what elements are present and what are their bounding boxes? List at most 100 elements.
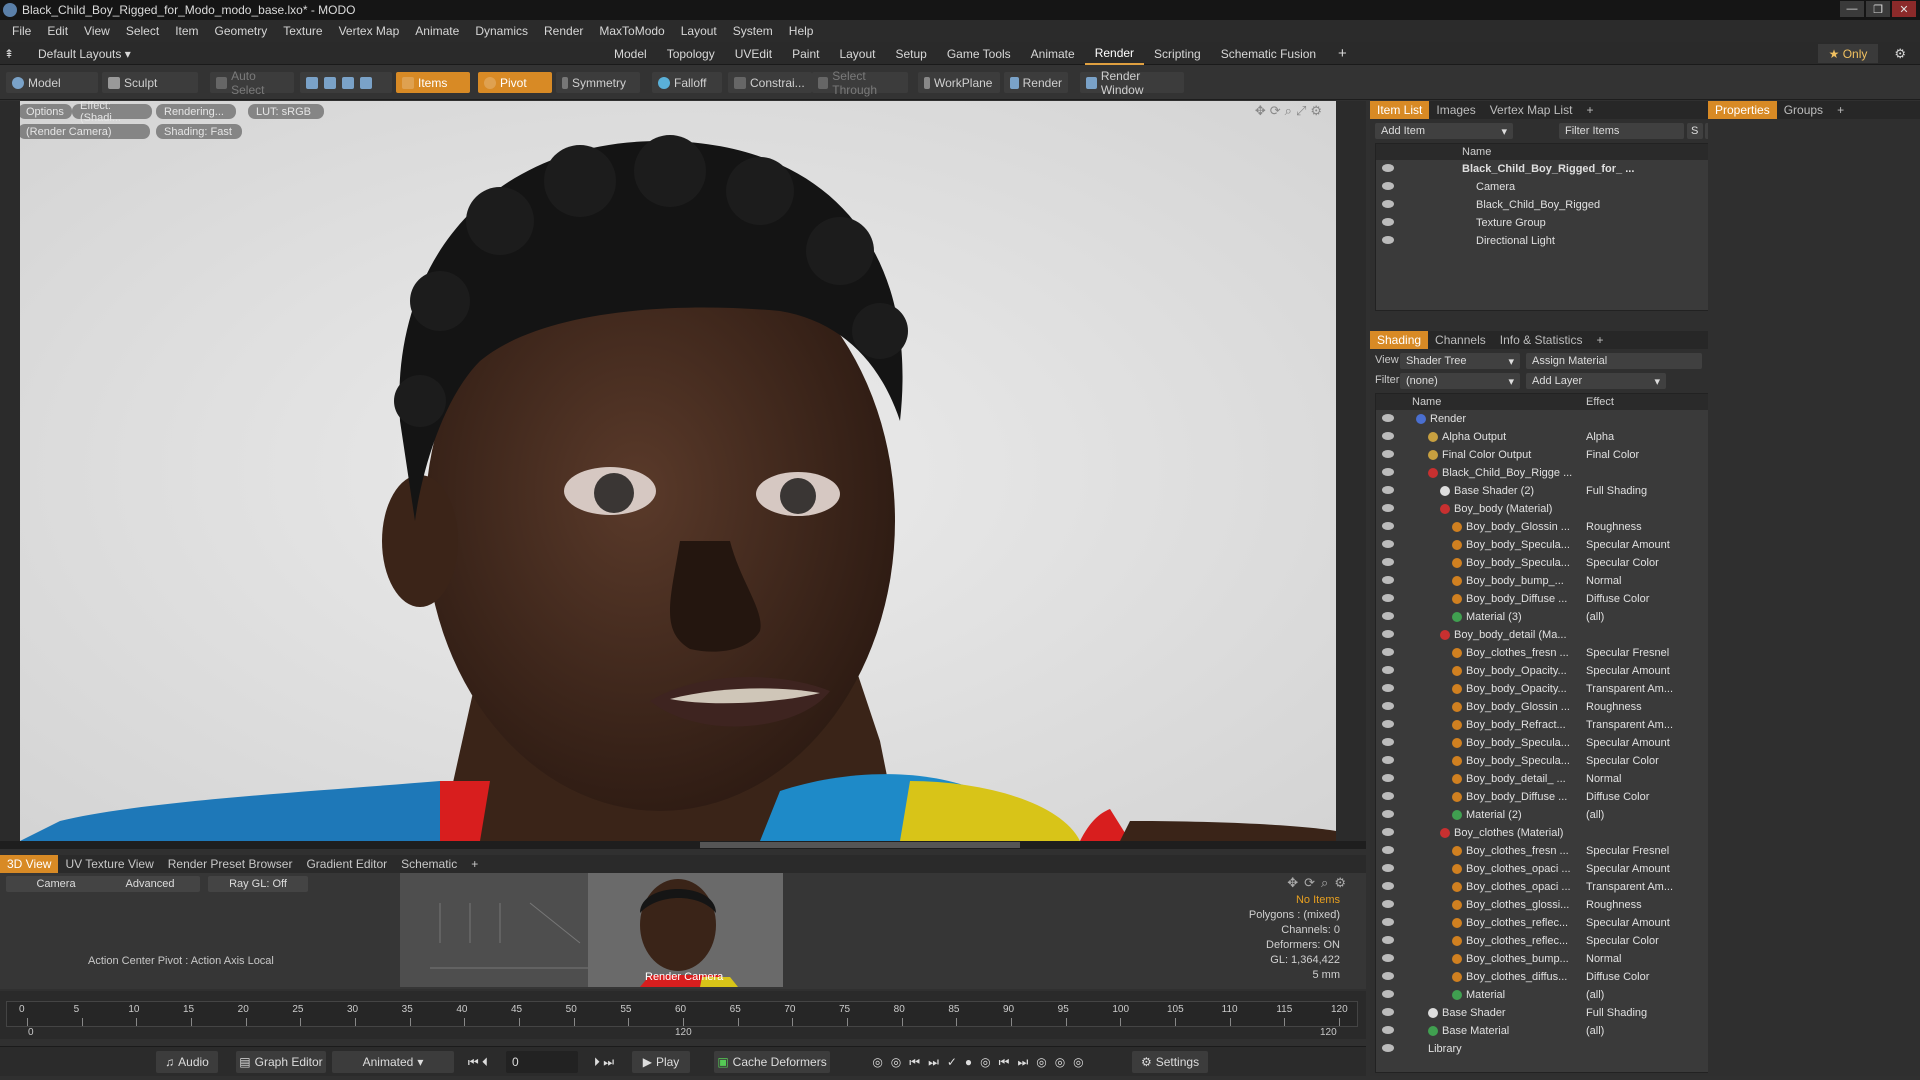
layout-tab-paint[interactable]: Paint [782,42,829,65]
settings-button[interactable]: ⚙ Settings [1132,1051,1208,1073]
shader-tree-row[interactable]: Boy_body_bump_...Normal▾ [1376,572,1722,590]
bottom-tab[interactable]: + [464,855,485,873]
layout-collapse-icon[interactable]: ⇞ [4,44,18,63]
shader-tree-row[interactable]: Boy_body_detail (Ma... [1376,626,1722,644]
eye-icon[interactable] [1382,612,1394,620]
menu-item-view[interactable]: View [76,24,118,38]
eye-icon[interactable] [1382,666,1394,674]
layout-tab-model[interactable]: Model [604,42,657,65]
eye-icon[interactable] [1382,236,1394,244]
eye-icon[interactable] [1382,864,1394,872]
sculpt-mode-button[interactable]: Sculpt [102,72,198,93]
viewport-scrollbar[interactable] [0,841,1366,849]
constraints-button[interactable]: Constrai... [728,72,812,93]
shader-tree-row[interactable]: Boy_clothes_glossi...Roughness▾ [1376,896,1722,914]
shader-item-effect[interactable]: (all) [1586,809,1604,821]
layout-tab-game-tools[interactable]: Game Tools [937,42,1021,65]
selection-mode-buttons[interactable] [300,72,392,93]
viewport-nav-icons[interactable]: ✥⟳⌕⤢⚙ [1255,103,1326,119]
add-item-dropdown[interactable]: Add Item ▾ [1375,123,1513,139]
shader-item-effect[interactable]: Diffuse Color [1586,593,1649,605]
shader-tree-row[interactable]: Boy_clothes (Material) [1376,824,1722,842]
viewport-effect-button[interactable]: Effect: (Shadi... [72,101,152,124]
eye-icon[interactable] [1382,522,1394,530]
shader-item-effect[interactable]: Normal [1586,953,1621,965]
shader-item-effect[interactable]: (all) [1586,989,1604,1001]
item-list-row[interactable]: Texture Group [1376,214,1722,232]
layout-tab-layout[interactable]: Layout [829,42,885,65]
eye-icon[interactable] [1382,1044,1394,1052]
shader-item-effect[interactable]: Full Shading [1586,485,1647,497]
eye-icon[interactable] [1382,558,1394,566]
menu-item-layout[interactable]: Layout [673,24,725,38]
eye-icon[interactable] [1382,164,1394,172]
shader-tree-row[interactable]: Boy_clothes_reflec...Specular Amount▾ [1376,914,1722,932]
menu-item-animate[interactable]: Animate [407,24,467,38]
panel-tab[interactable]: + [1830,101,1851,119]
eye-icon[interactable] [1382,918,1394,926]
gear-icon[interactable]: ⚙ [1886,44,1914,63]
shader-item-effect[interactable]: Roughness [1586,521,1642,533]
shader-tree-row[interactable]: Base Shader (2)Full Shading▾ [1376,482,1722,500]
shader-item-effect[interactable]: Full Shading [1586,1007,1647,1019]
viewport-camera-button[interactable]: (Render Camera) [20,124,150,139]
frame-input[interactable]: 0 [506,1051,578,1073]
menu-item-file[interactable]: File [4,24,39,38]
minimize-button[interactable]: — [1840,1,1864,17]
eye-icon[interactable] [1382,414,1394,422]
shader-tree-row[interactable]: Boy_body (Material) [1376,500,1722,518]
menu-item-texture[interactable]: Texture [275,24,330,38]
viewport-shading-button[interactable]: Shading: Fast [156,124,242,139]
menu-item-vertex-map[interactable]: Vertex Map [331,24,408,38]
shader-item-effect[interactable]: Diffuse Color [1586,791,1649,803]
shader-tree-row[interactable]: Boy_body_Opacity...Transparent Am...▾ [1376,680,1722,698]
shader-item-effect[interactable]: Specular Fresnel [1586,647,1669,659]
bottom-nav-icons[interactable]: ✥⟳⌕⚙ [1287,875,1352,891]
camera-thumbnail[interactable]: Render Camera [400,873,783,987]
shader-tree-row[interactable]: Base ShaderFull Shading▾ [1376,1004,1722,1022]
play-button[interactable]: ▶ Play [632,1051,690,1073]
shader-tree-row[interactable]: Boy_body_Refract...Transparent Am...▾ [1376,716,1722,734]
eye-icon[interactable] [1382,486,1394,494]
only-button[interactable]: ★ Only [1818,44,1878,63]
edge-mode-icon[interactable] [324,76,336,89]
eye-icon[interactable] [1382,738,1394,746]
eye-icon[interactable] [1382,990,1394,998]
shader-tree-row[interactable]: Base Material(all)▾ [1376,1022,1722,1040]
shader-tree-row[interactable]: Boy_body_Glossin ...Roughness▾ [1376,518,1722,536]
shader-tree-row[interactable]: Boy_clothes_opaci ...Transparent Am...▾ [1376,878,1722,896]
shader-tree-row[interactable]: Boy_clothes_fresn ...Specular Fresnel▾ [1376,842,1722,860]
shader-item-effect[interactable]: (all) [1586,1025,1604,1037]
shader-tree[interactable]: Name Effect RenderAlpha OutputAlpha▾Fina… [1375,393,1723,1073]
view-dropdown[interactable]: Shader Tree ▾ [1400,353,1520,369]
menu-item-item[interactable]: Item [167,24,206,38]
panel-tab[interactable]: Item List [1370,101,1430,119]
shader-tree-row[interactable]: Boy_body_detail_ ...Normal▾ [1376,770,1722,788]
advanced-button[interactable]: Advanced [100,876,200,892]
polygon-mode-icon[interactable] [342,76,354,89]
material-mode-icon[interactable] [360,76,372,89]
shader-tree-row[interactable]: Boy_clothes_diffus...Diffuse Color▾ [1376,968,1722,986]
shader-tree-row[interactable]: Boy_body_Specula...Specular Amount▾ [1376,734,1722,752]
shader-item-effect[interactable]: Specular Fresnel [1586,845,1669,857]
eye-icon[interactable] [1382,1008,1394,1016]
menu-item-render[interactable]: Render [536,24,591,38]
item-list[interactable]: Name Black_Child_Boy_Rigged_for_ ... Came… [1375,143,1723,311]
close-button[interactable]: ✕ [1892,1,1916,17]
timeline[interactable]: 0 5 10 15 20 25 30 35 40 45 50 55 60 65 70 75 80 85 90 95 10… [0,991,1366,1039]
item-list-row[interactable]: Black_Child_Boy_Rigged_for_ ... [1376,160,1722,178]
layout-tab-scripting[interactable]: Scripting [1144,42,1211,65]
shader-item-effect[interactable]: Transparent Am... [1586,719,1673,731]
eye-icon[interactable] [1382,846,1394,854]
shader-item-effect[interactable]: Normal [1586,773,1621,785]
eye-icon[interactable] [1382,900,1394,908]
eye-icon[interactable] [1382,882,1394,890]
menu-item-geometry[interactable]: Geometry [207,24,276,38]
render-button[interactable]: Render [1004,72,1068,93]
shader-item-effect[interactable]: Specular Amount [1586,539,1670,551]
eye-icon[interactable] [1382,504,1394,512]
eye-icon[interactable] [1382,648,1394,656]
eye-icon[interactable] [1382,702,1394,710]
eye-icon[interactable] [1382,828,1394,836]
shader-tree-row[interactable]: Boy_clothes_opaci ...Specular Amount▾ [1376,860,1722,878]
